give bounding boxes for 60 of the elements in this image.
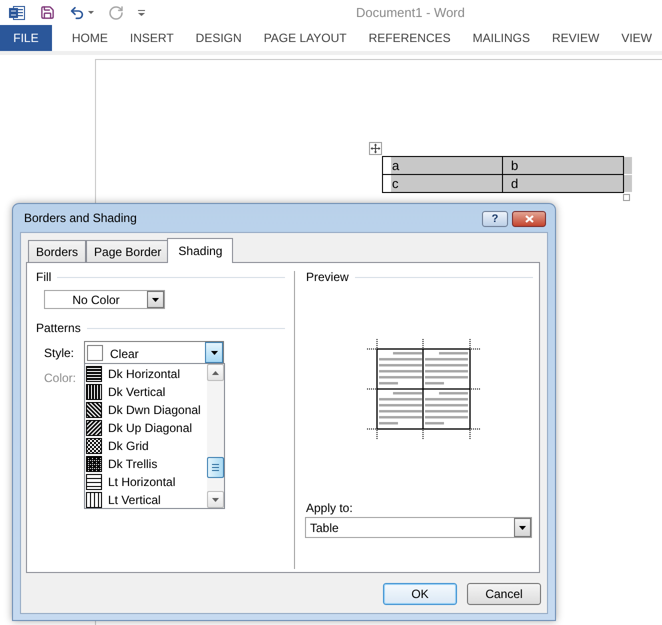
file-tab[interactable]: FILE bbox=[0, 25, 52, 51]
ribbon-tab[interactable]: INSERT bbox=[120, 25, 184, 51]
dialog-tab[interactable]: Borders bbox=[28, 240, 86, 262]
scroll-up-button[interactable] bbox=[207, 364, 224, 381]
section-label: Preview bbox=[306, 269, 349, 286]
section-label: Fill bbox=[36, 269, 52, 286]
save-icon[interactable] bbox=[40, 5, 55, 20]
apply-to-label: Apply to: bbox=[306, 500, 353, 517]
pattern-option[interactable]: Lt Horizontal bbox=[85, 473, 207, 491]
pattern-swatch-icon bbox=[87, 344, 103, 360]
table-cell: c bbox=[382, 175, 503, 193]
pattern-option[interactable]: Dk Horizontal bbox=[85, 365, 207, 383]
dialog-button[interactable]: OK bbox=[383, 583, 457, 605]
apply-to-dropdown[interactable]: Table bbox=[305, 517, 532, 538]
table-resize-handle-icon[interactable] bbox=[623, 194, 630, 201]
close-icon bbox=[524, 215, 534, 223]
ribbon-tab[interactable]: REFERENCES bbox=[358, 25, 461, 51]
style-dropdown[interactable]: Clear bbox=[84, 341, 224, 364]
document-logo-icon[interactable] bbox=[9, 4, 25, 20]
caret-up-icon bbox=[212, 370, 219, 374]
pattern-option[interactable]: Dk Grid bbox=[85, 437, 207, 455]
caret-down-icon bbox=[152, 298, 159, 302]
scroll-down-button[interactable] bbox=[207, 491, 224, 508]
caret-down-icon bbox=[210, 350, 218, 354]
fill-color-dropdown[interactable]: No Color bbox=[44, 290, 165, 309]
table-cell: b bbox=[503, 156, 624, 175]
grip-lines-icon bbox=[212, 464, 219, 471]
scrollbar-thumb[interactable] bbox=[207, 457, 224, 478]
dialog-button[interactable]: Cancel bbox=[467, 583, 541, 605]
dialog-tab[interactable]: Page Border bbox=[86, 240, 170, 262]
pattern-option[interactable]: Dk Vertical bbox=[85, 383, 207, 401]
ribbon-tab[interactable]: MAILINGS bbox=[462, 25, 540, 51]
ribbon-tab[interactable]: HOME bbox=[62, 25, 118, 51]
ribbon-tab[interactable]: REVIEW bbox=[542, 25, 610, 51]
window-title: Document1 - Word bbox=[356, 4, 465, 22]
caret-down-icon bbox=[519, 526, 526, 530]
help-button[interactable]: ? bbox=[482, 211, 508, 227]
pattern-option[interactable]: Dk Up Diagonal bbox=[85, 419, 207, 437]
pattern-option[interactable]: Dk Dwn Diagonal bbox=[85, 401, 207, 419]
close-button[interactable] bbox=[512, 211, 546, 227]
ribbon-tab[interactable]: VIEW bbox=[611, 25, 662, 51]
caret-down-icon bbox=[212, 498, 219, 502]
table-cell: a bbox=[382, 156, 503, 175]
customize-menu-icon[interactable] bbox=[138, 10, 145, 16]
dialog-title: Borders and Shading bbox=[24, 210, 137, 227]
caret-down-icon[interactable] bbox=[88, 11, 94, 14]
ribbon-tab[interactable]: DESIGN bbox=[186, 25, 252, 51]
color-label: Color: bbox=[44, 370, 76, 387]
dropdown-button[interactable] bbox=[205, 342, 223, 363]
pattern-option[interactable]: Dk Trellis bbox=[85, 455, 207, 473]
dropdown-button[interactable] bbox=[147, 291, 164, 308]
dropdown-button[interactable] bbox=[514, 518, 531, 537]
ribbon-tab[interactable]: PAGE LAYOUT bbox=[254, 25, 357, 51]
pattern-option[interactable]: Lt Vertical bbox=[85, 491, 207, 509]
style-label: Style: bbox=[44, 344, 76, 362]
section-label: Patterns bbox=[36, 320, 81, 337]
dialog-tab[interactable]: Shading bbox=[167, 238, 234, 263]
table-cell: d bbox=[503, 175, 624, 193]
table-move-handle-icon[interactable] bbox=[369, 142, 382, 155]
undo-icon[interactable] bbox=[69, 4, 85, 20]
